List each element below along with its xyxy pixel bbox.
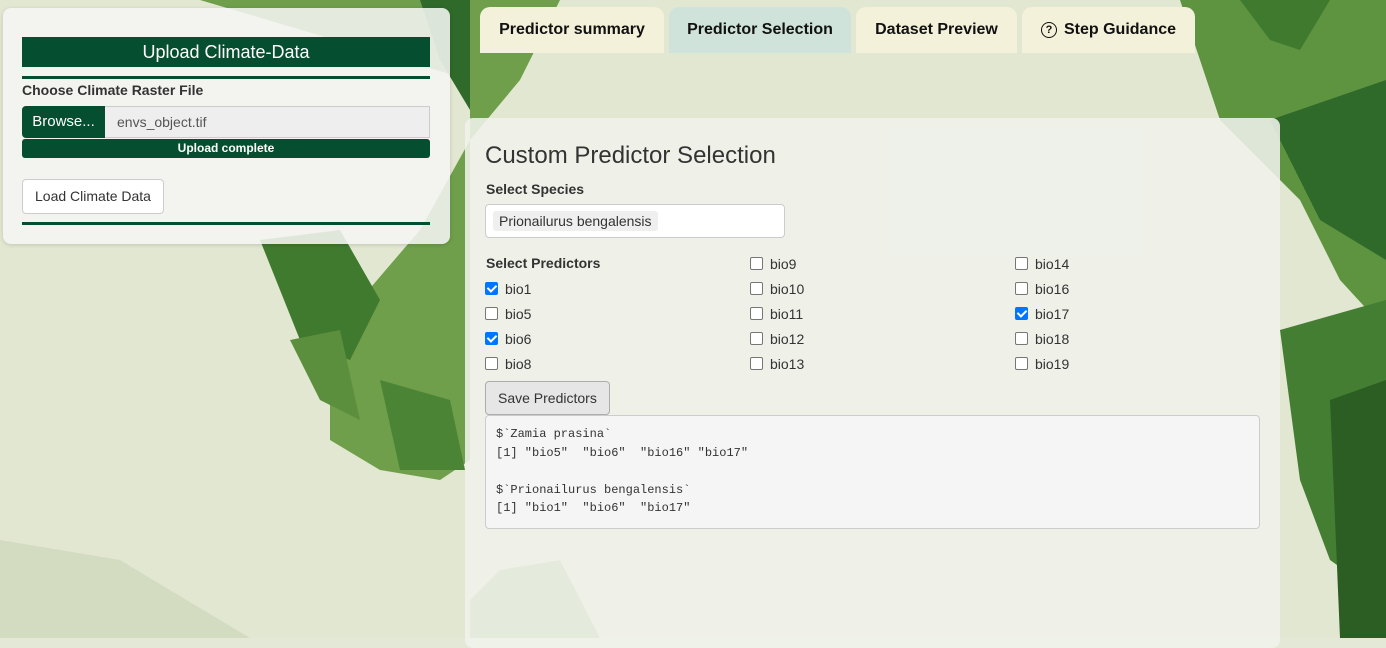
tab-dataset-preview[interactable]: Dataset Preview [856, 7, 1017, 53]
output-line: [1] "bio1" "bio6" "bio17" [496, 501, 691, 515]
checkbox[interactable] [485, 307, 498, 320]
checkbox[interactable] [485, 357, 498, 370]
saved-predictors-output: $`Zamia prasina` [1] "bio5" "bio6" "bio16… [485, 415, 1260, 529]
checkbox[interactable] [750, 307, 763, 320]
upload-progress-bar: Upload complete [22, 139, 430, 158]
checkbox[interactable] [1015, 282, 1028, 295]
page-title: Custom Predictor Selection [485, 142, 776, 169]
file-input-label: Choose Climate Raster File [22, 82, 204, 98]
checkbox-label: bio13 [770, 356, 805, 372]
checkbox-label: bio9 [770, 256, 797, 272]
file-name-field[interactable]: envs_object.tif [105, 106, 430, 138]
tab-label: Dataset Preview [875, 21, 998, 38]
checkbox-label: bio6 [505, 331, 532, 347]
save-predictors-button[interactable]: Save Predictors [485, 381, 610, 415]
checkbox[interactable] [1015, 357, 1028, 370]
checkbox[interactable] [750, 357, 763, 370]
file-input: Browse... envs_object.tif [22, 106, 430, 138]
upload-panel: Upload Climate-Data Choose Climate Raste… [3, 8, 450, 244]
question-circle-icon: ? [1040, 22, 1057, 38]
predictor-selection-panel: Custom Predictor Selection Select Specie… [465, 118, 1280, 648]
checkbox[interactable] [1015, 307, 1028, 320]
species-select-label: Select Species [486, 181, 585, 197]
browse-button[interactable]: Browse... [22, 106, 105, 138]
checkbox-label: bio8 [505, 356, 532, 372]
checkbox-label: bio5 [505, 306, 532, 322]
checkbox-label: bio19 [1035, 356, 1070, 372]
tab-label: Step Guidance [1063, 21, 1177, 38]
checkbox-label: bio11 [770, 306, 804, 322]
checkbox[interactable] [750, 332, 763, 345]
tab-step-guidance[interactable]: ? Step Guidance [1022, 7, 1195, 53]
checkbox[interactable] [485, 332, 498, 345]
tab-label: Predictor Selection [687, 21, 833, 38]
checkbox[interactable] [485, 282, 498, 295]
output-line: $`Prionailurus bengalensis` [496, 482, 691, 497]
checkbox[interactable] [1015, 332, 1028, 345]
species-select[interactable]: Prionailurus bengalensis [485, 204, 785, 238]
checkbox-label: bio17 [1035, 306, 1070, 322]
checkbox-label: bio18 [1035, 331, 1070, 347]
tab-predictor-summary[interactable]: Predictor summary [480, 7, 664, 53]
checkbox-label: bio12 [770, 331, 805, 347]
output-line: $`Zamia prasina` [496, 427, 612, 441]
checkbox-label: bio1 [505, 281, 532, 297]
checkbox-label: bio14 [1035, 256, 1070, 272]
footer-divider [22, 222, 430, 225]
checkbox[interactable] [750, 257, 763, 270]
checkbox[interactable] [1015, 257, 1028, 270]
species-selected-value: Prionailurus bengalensis [493, 211, 658, 231]
predictors-label: Select Predictors [486, 255, 601, 271]
load-climate-data-button[interactable]: Load Climate Data [22, 179, 164, 214]
checkbox-label: bio10 [770, 281, 805, 297]
checkbox[interactable] [750, 282, 763, 295]
tab-label: Predictor summary [499, 21, 645, 38]
upload-panel-header: Upload Climate-Data [22, 37, 430, 67]
output-line: [1] "bio5" "bio6" "bio16" "bio17" [496, 445, 749, 460]
header-divider [22, 76, 430, 79]
tab-predictor-selection[interactable]: Predictor Selection [669, 7, 851, 53]
checkbox-label: bio16 [1035, 281, 1070, 297]
